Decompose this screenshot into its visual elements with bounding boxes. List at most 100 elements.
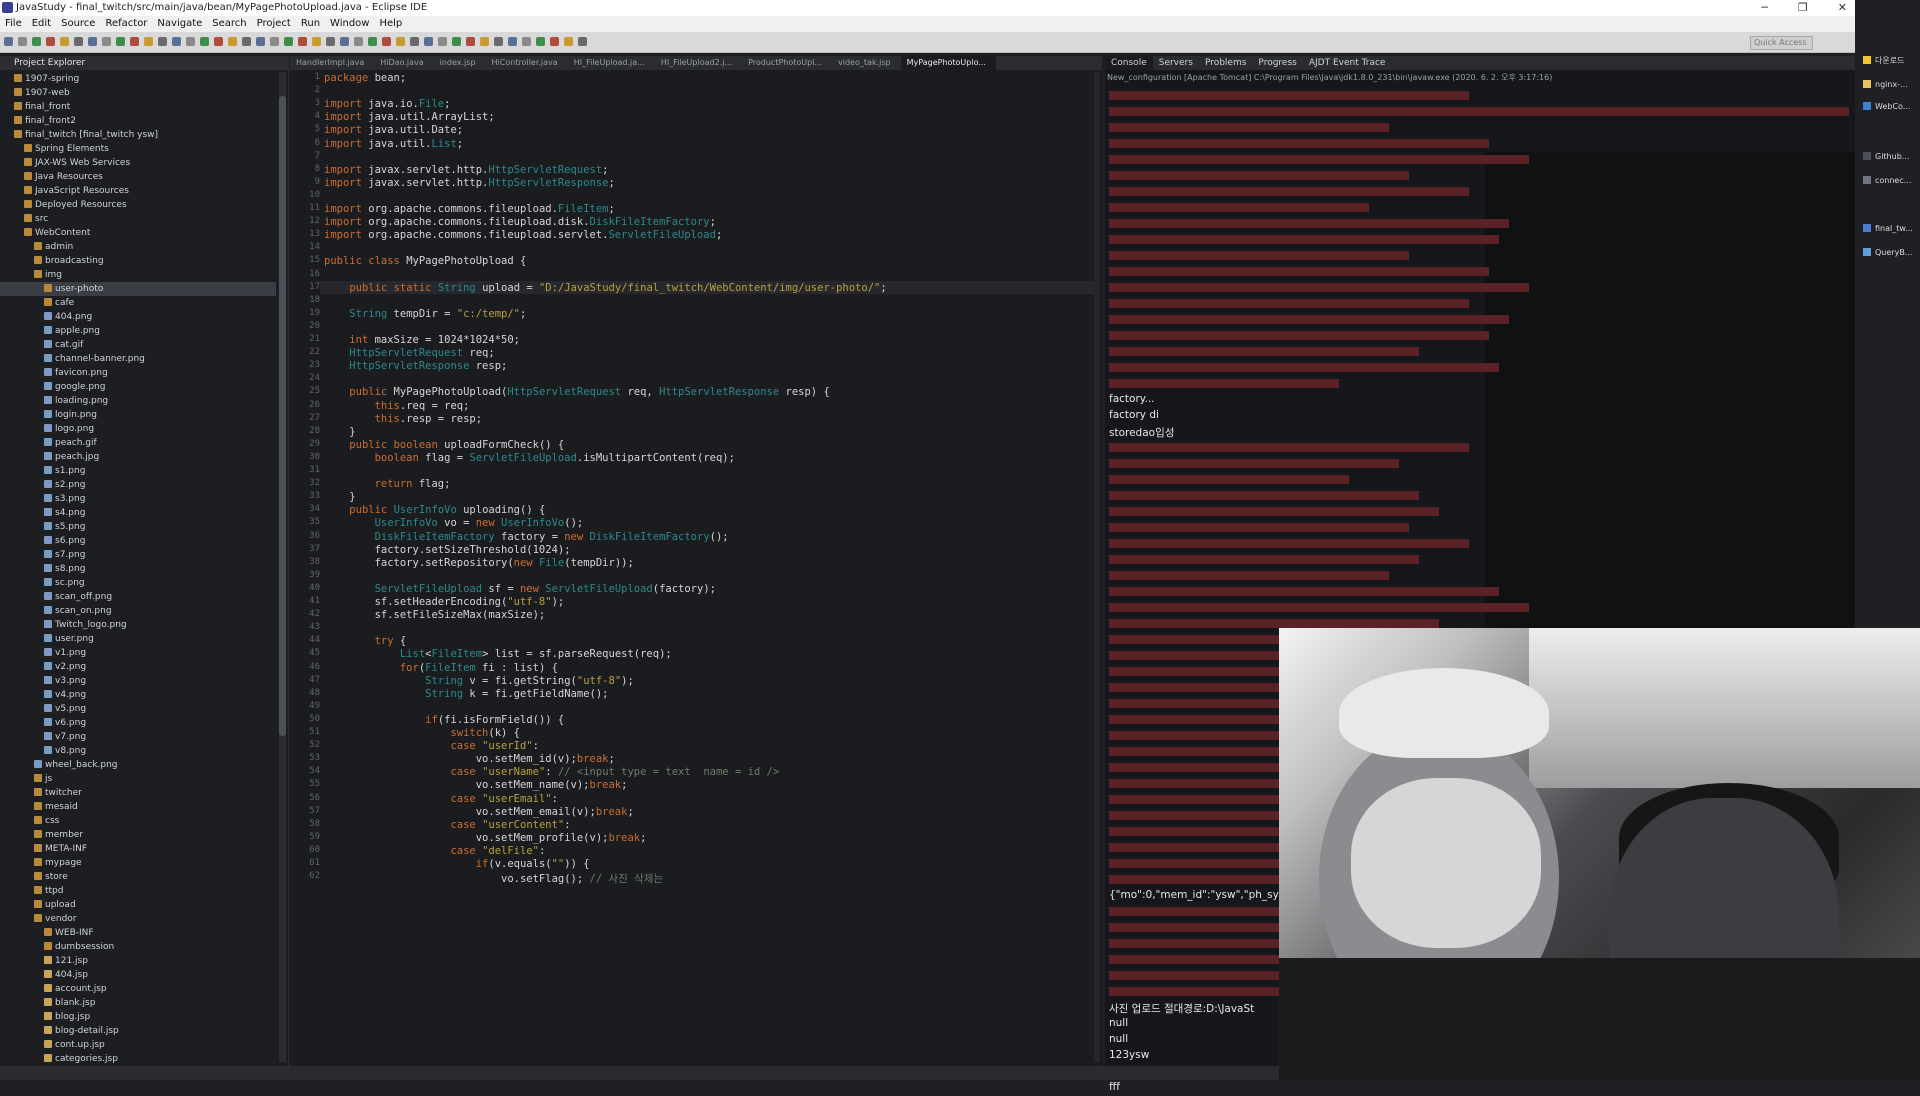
menu-project[interactable]: Project	[252, 16, 296, 32]
tree-item[interactable]: wheel_back.png	[0, 758, 276, 772]
taskbar-item[interactable]: QueryB...	[1863, 246, 1918, 260]
tree-item[interactable]: member	[0, 828, 276, 842]
editor-tab[interactable]: video_tak.jsp	[832, 56, 901, 70]
menu-edit[interactable]: Edit	[27, 16, 56, 32]
tree-item[interactable]: account.jsp	[0, 982, 276, 996]
tree-item[interactable]: img	[0, 268, 276, 282]
tree-item[interactable]: s2.png	[0, 478, 276, 492]
menu-run[interactable]: Run	[296, 16, 325, 32]
tree-item[interactable]: mesaid	[0, 800, 276, 814]
tree-item[interactable]: ttpd	[0, 884, 276, 898]
toolbar-tool-icon[interactable]	[368, 37, 377, 46]
toolbar-tool-icon[interactable]	[312, 37, 321, 46]
toolbar-tool-icon[interactable]	[410, 37, 419, 46]
tree-item[interactable]: src	[0, 212, 276, 226]
tree-item[interactable]: sc.png	[0, 576, 276, 590]
editor-tab[interactable]: HI_FileUpload2.j...	[655, 56, 742, 70]
tree-item[interactable]: s3.png	[0, 492, 276, 506]
tree-item[interactable]: blank.jsp	[0, 996, 276, 1010]
tree-scrollbar-thumb[interactable]	[279, 96, 286, 736]
toolbar-tool-icon[interactable]	[88, 37, 97, 46]
menu-search[interactable]: Search	[207, 16, 251, 32]
editor-tab[interactable]: MyPagePhotoUplo...	[900, 56, 996, 70]
taskbar-item[interactable]: Github...	[1863, 150, 1918, 164]
menu-file[interactable]: File	[0, 16, 27, 32]
taskbar-item[interactable]: final_tw...	[1863, 222, 1918, 236]
taskbar-item[interactable]: 다운로드	[1863, 54, 1918, 68]
tree-item[interactable]: admin	[0, 240, 276, 254]
toolbar-tool-icon[interactable]	[284, 37, 293, 46]
toolbar-tool-icon[interactable]	[158, 37, 167, 46]
toolbar-tool-icon[interactable]	[130, 37, 139, 46]
toolbar-tool-icon[interactable]	[550, 37, 559, 46]
tree-item[interactable]: cat.gif	[0, 338, 276, 352]
tree-item[interactable]: JavaScript Resources	[0, 184, 276, 198]
menu-window[interactable]: Window	[325, 16, 374, 32]
editor-tab[interactable]: HiDao.java	[374, 56, 433, 70]
maximize-icon[interactable]: ❐	[1798, 0, 1808, 16]
tree-item[interactable]: categories.jsp	[0, 1052, 276, 1066]
tree-item[interactable]: v2.png	[0, 660, 276, 674]
console-tab[interactable]: Problems	[1199, 56, 1252, 70]
tree-item[interactable]: blog-detail.jsp	[0, 1024, 276, 1038]
toolbar-tool-icon[interactable]	[578, 37, 587, 46]
tree-item[interactable]: 1907-web	[0, 86, 276, 100]
toolbar-tool-icon[interactable]	[214, 37, 223, 46]
editor-tab[interactable]: HiController.java	[486, 56, 568, 70]
toolbar-tool-icon[interactable]	[186, 37, 195, 46]
close-icon[interactable]: ✕	[1838, 0, 1847, 16]
toolbar-tool-icon[interactable]	[326, 37, 335, 46]
tree-item[interactable]: mypage	[0, 856, 276, 870]
tree-item[interactable]: user.png	[0, 632, 276, 646]
toolbar-tool-icon[interactable]	[228, 37, 237, 46]
editor-tab[interactable]: HandlerImpl.java	[290, 56, 374, 70]
tree-item[interactable]: peach.jpg	[0, 450, 276, 464]
toolbar-tool-icon[interactable]	[354, 37, 363, 46]
toolbar-tool-icon[interactable]	[438, 37, 447, 46]
tree-item[interactable]: vendor	[0, 912, 276, 926]
tree-item[interactable]: scan_on.png	[0, 604, 276, 618]
tree-item[interactable]: js	[0, 772, 276, 786]
toolbar-tool-icon[interactable]	[242, 37, 251, 46]
quick-access-input[interactable]: Quick Access	[1750, 36, 1813, 50]
tree-item[interactable]: final_twitch [final_twitch ysw]	[0, 128, 276, 142]
tree-item[interactable]: 404.png	[0, 310, 276, 324]
tree-item[interactable]: v1.png	[0, 646, 276, 660]
menu-refactor[interactable]: Refactor	[100, 16, 152, 32]
tree-item[interactable]: s4.png	[0, 506, 276, 520]
tree-item[interactable]: 1907-spring	[0, 72, 276, 86]
toolbar-tool-icon[interactable]	[172, 37, 181, 46]
tree-item[interactable]: META-INF	[0, 842, 276, 856]
toolbar-tool-icon[interactable]	[340, 37, 349, 46]
tree-item[interactable]: v7.png	[0, 730, 276, 744]
tree-item[interactable]: google.png	[0, 380, 276, 394]
tree-item[interactable]: v4.png	[0, 688, 276, 702]
tree-item[interactable]: WebContent	[0, 226, 276, 240]
tree-item[interactable]: s8.png	[0, 562, 276, 576]
tree-item[interactable]: user-photo	[0, 282, 276, 296]
tree-item[interactable]: store	[0, 870, 276, 884]
menu-help[interactable]: Help	[374, 16, 407, 32]
taskbar-item[interactable]: WebCo...	[1863, 100, 1918, 114]
editor-tab[interactable]: ProductPhotoUpl...	[742, 56, 832, 70]
console-tab[interactable]: Progress	[1252, 56, 1302, 70]
tree-item[interactable]: 404.jsp	[0, 968, 276, 982]
tree-item[interactable]: peach.gif	[0, 436, 276, 450]
project-explorer-tab[interactable]: Project Explorer	[0, 56, 288, 70]
tree-item[interactable]: cafe	[0, 296, 276, 310]
toolbar-tool-icon[interactable]	[102, 37, 111, 46]
tree-item[interactable]: s1.png	[0, 464, 276, 478]
tree-item[interactable]: apple.png	[0, 324, 276, 338]
tree-item[interactable]: final_front	[0, 100, 276, 114]
tree-item[interactable]: channel-banner.png	[0, 352, 276, 366]
tree-item[interactable]: cont.up.jsp	[0, 1038, 276, 1052]
tree-item[interactable]: s5.png	[0, 520, 276, 534]
tree-item[interactable]: logo.png	[0, 422, 276, 436]
tree-item[interactable]: v8.png	[0, 744, 276, 758]
toolbar-tool-icon[interactable]	[144, 37, 153, 46]
tree-item[interactable]: Java Resources	[0, 170, 276, 184]
toolbar-tool-icon[interactable]	[18, 37, 27, 46]
tree-item[interactable]: final_front2	[0, 114, 276, 128]
tree-item[interactable]: v5.png	[0, 702, 276, 716]
tree-item[interactable]: s6.png	[0, 534, 276, 548]
